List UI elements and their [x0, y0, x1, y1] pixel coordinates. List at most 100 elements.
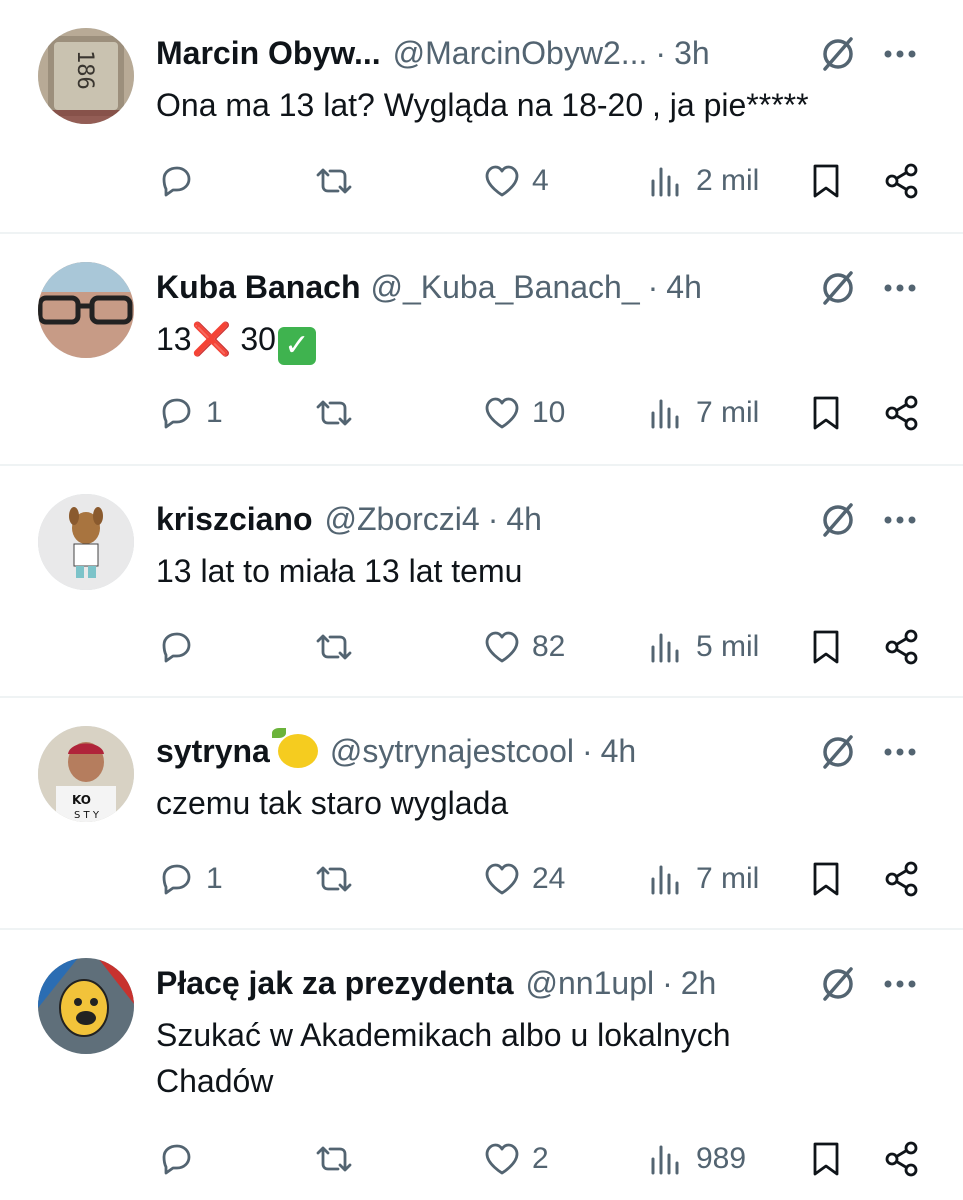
user-handle[interactable]: @nn1upl — [526, 960, 655, 1006]
share-button[interactable] — [882, 390, 922, 436]
views-count: 5 mil — [696, 630, 760, 663]
like-button[interactable]: 24 — [482, 856, 565, 902]
timestamp[interactable]: 4h — [506, 496, 542, 542]
reply-feed: 186 Marcin Obyw... @MarcinObyw2... · 3h … — [0, 0, 963, 1200]
more-icon[interactable] — [879, 267, 921, 309]
like-icon — [485, 165, 519, 197]
bookmark-button[interactable] — [806, 390, 846, 436]
like-count: 2 — [532, 1142, 549, 1175]
user-handle[interactable]: @MarcinObyw2... — [393, 30, 648, 76]
like-button[interactable]: 10 — [482, 390, 565, 436]
views-count: 7 mil — [696, 396, 760, 429]
grok-icon[interactable] — [817, 267, 859, 309]
separator-dot: · — [662, 965, 673, 1001]
lemon-emoji — [271, 728, 318, 768]
user-handle[interactable]: @_Kuba_Banach_ — [370, 264, 639, 310]
separator-dot: · — [487, 501, 499, 537]
views-button[interactable]: 2 mil — [646, 158, 759, 204]
views-icon — [651, 1145, 679, 1175]
separator-dot: · — [655, 35, 667, 71]
person-photo-avatar: KO S T Y — [38, 726, 134, 822]
retweet-button[interactable] — [314, 1136, 364, 1182]
views-button[interactable]: 7 mil — [646, 390, 759, 436]
like-button[interactable]: 82 — [482, 624, 565, 670]
tweet-2[interactable]: Kuba Banach @_Kuba_Banach_ · 4h 13❌ 30 ✓ … — [0, 234, 963, 466]
retweet-icon — [316, 634, 352, 660]
views-button[interactable]: 5 mil — [646, 624, 759, 670]
share-button[interactable] — [882, 158, 922, 204]
retweet-button[interactable] — [314, 390, 364, 436]
tweet-4[interactable]: KO S T Y sytryna @sytrynajestcool · 4h c… — [0, 698, 963, 930]
display-name[interactable]: Płacę jak za prezydenta — [156, 960, 514, 1006]
tweet-text: Ona ma 13 lat? Wygląda na 18-20 , ja pie… — [156, 87, 809, 123]
like-count: 24 — [532, 862, 566, 895]
views-icon — [651, 167, 679, 197]
like-icon — [485, 1143, 519, 1175]
user-handle[interactable]: @Zborczi4 — [325, 496, 480, 542]
reply-icon — [162, 632, 191, 663]
text-part: 30 — [231, 321, 276, 357]
shirt-text-2: S T Y — [74, 810, 100, 821]
share-button[interactable] — [882, 624, 922, 670]
display-name[interactable]: sytryna — [156, 728, 270, 774]
retweet-button[interactable] — [314, 158, 364, 204]
share-button[interactable] — [882, 856, 922, 902]
avatar[interactable]: KO S T Y — [38, 726, 134, 822]
share-icon — [885, 163, 918, 199]
like-icon — [485, 631, 519, 663]
views-icon — [651, 399, 679, 429]
reply-icon — [162, 166, 191, 197]
tweet-1[interactable]: 186 Marcin Obyw... @MarcinObyw2... · 3h … — [0, 0, 963, 234]
avatar[interactable]: 186 — [38, 28, 134, 124]
timestamp[interactable]: 3h — [674, 30, 710, 76]
tweet-text: 13 lat to miała 13 lat temu — [156, 553, 523, 589]
user-handle[interactable]: @sytrynajestcool — [330, 728, 574, 774]
reply-button[interactable] — [156, 624, 206, 670]
views-count: 7 mil — [696, 862, 760, 895]
avatar[interactable] — [38, 262, 134, 358]
reply-button[interactable]: 1 — [156, 390, 223, 436]
share-icon — [885, 629, 918, 665]
share-button[interactable] — [882, 1136, 922, 1182]
reply-button[interactable] — [156, 158, 206, 204]
retweet-icon — [316, 866, 352, 892]
grok-icon[interactable] — [817, 731, 859, 773]
avatar[interactable] — [38, 494, 134, 590]
timestamp[interactable]: 4h — [666, 264, 702, 310]
views-icon — [651, 633, 679, 663]
display-name[interactable]: kriszciano — [156, 496, 313, 542]
display-name[interactable]: Marcin Obyw... — [156, 30, 381, 76]
bookmark-button[interactable] — [806, 856, 846, 902]
grok-icon[interactable] — [817, 33, 859, 75]
reply-button[interactable]: 1 — [156, 856, 223, 902]
bookmark-button[interactable] — [806, 158, 846, 204]
tweet-text: Szukać w Akademikach albo u lokalnych Ch… — [156, 1017, 731, 1099]
timestamp[interactable]: 2h — [681, 960, 717, 1006]
tweet-5[interactable]: Płacę jak za prezydenta @nn1upl · 2h Szu… — [0, 930, 963, 1200]
bookmark-button[interactable] — [806, 624, 846, 670]
more-icon[interactable] — [879, 731, 921, 773]
avatar[interactable] — [38, 958, 134, 1054]
tweet-3[interactable]: kriszciano @Zborczi4 · 4h 13 lat to miał… — [0, 466, 963, 698]
reply-button[interactable] — [156, 1136, 206, 1182]
more-icon[interactable] — [879, 963, 921, 1005]
retweet-icon — [316, 1146, 352, 1172]
bookmark-button[interactable] — [806, 1136, 846, 1182]
more-icon[interactable] — [879, 499, 921, 541]
more-icon[interactable] — [879, 33, 921, 75]
views-button[interactable]: 989 — [646, 1136, 746, 1182]
views-button[interactable]: 7 mil — [646, 856, 759, 902]
check-mark-emoji: ✓ — [277, 327, 316, 365]
retweet-button[interactable] — [314, 856, 364, 902]
bookmark-icon — [813, 396, 839, 430]
grok-icon[interactable] — [817, 963, 859, 1005]
like-button[interactable]: 4 — [482, 158, 549, 204]
share-icon — [885, 1141, 918, 1177]
bookmark-icon — [813, 862, 839, 896]
display-name[interactable]: Kuba Banach — [156, 264, 360, 310]
retweet-button[interactable] — [314, 624, 364, 670]
grok-icon[interactable] — [817, 499, 859, 541]
like-button[interactable]: 2 — [482, 1136, 549, 1182]
timestamp[interactable]: 4h — [601, 728, 637, 774]
like-count: 10 — [532, 396, 566, 429]
